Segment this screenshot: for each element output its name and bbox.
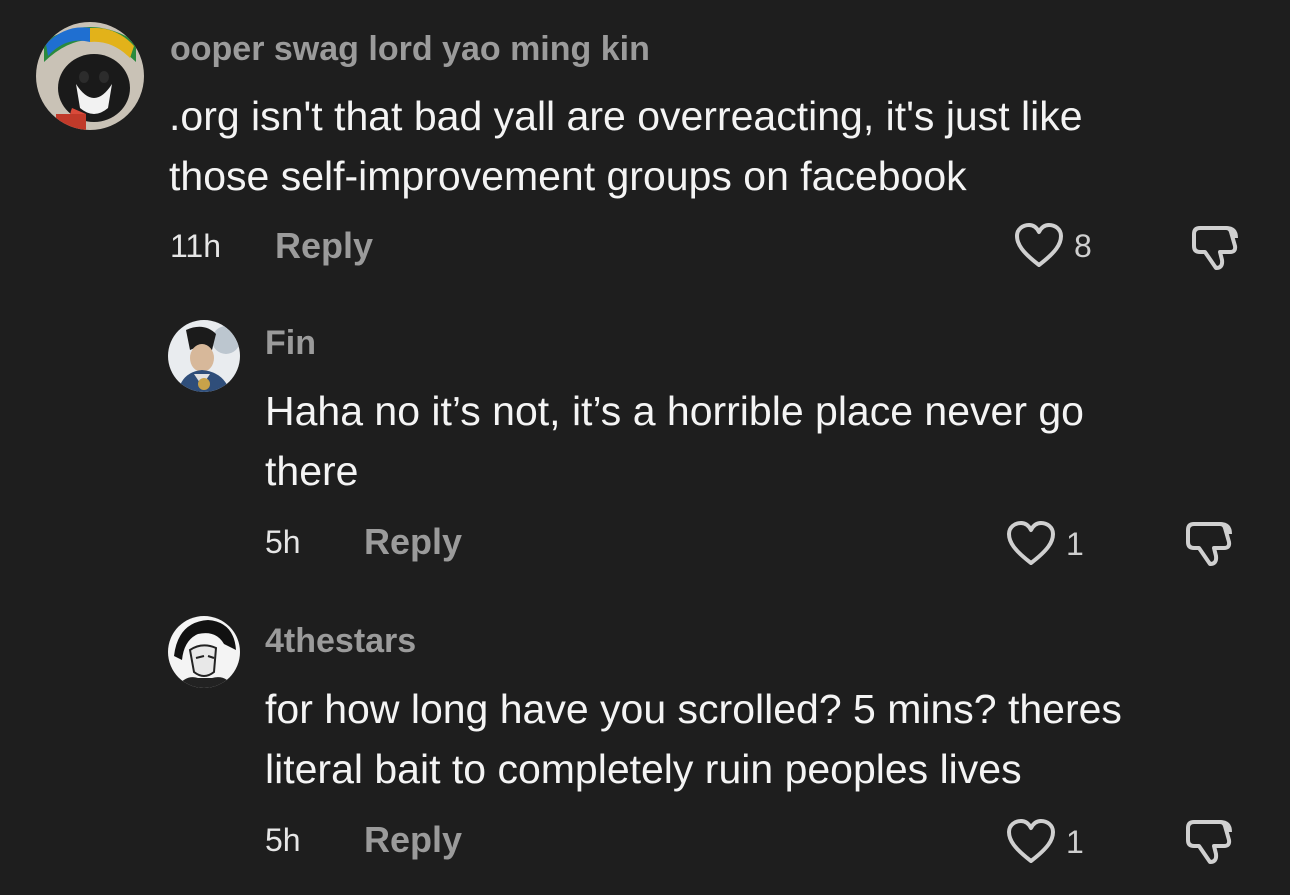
- thumbs-down-icon: [1186, 522, 1232, 566]
- timestamp: 5h: [265, 524, 301, 560]
- comment-text-line: for how long have you scrolled? 5 mins? …: [265, 686, 1122, 732]
- username[interactable]: 4thestars: [265, 622, 416, 661]
- thumbs-down-icon: [1192, 226, 1238, 270]
- comment: ooper swag lord yao ming kin .org isn't …: [0, 0, 1290, 290]
- reply-button[interactable]: Reply: [275, 225, 373, 267]
- dislike-button[interactable]: [1190, 222, 1242, 277]
- comment-text-line: Haha no it’s not, it’s a horrible place …: [265, 388, 1084, 434]
- heart-icon: [1007, 819, 1055, 863]
- like-count: 1: [1066, 823, 1084, 860]
- comment-reply: 4thestars for how long have you scrolled…: [0, 590, 1290, 895]
- heart-icon: [1015, 223, 1063, 267]
- like-count: 1: [1066, 525, 1084, 562]
- like-count: 8: [1074, 227, 1092, 264]
- dislike-button[interactable]: [1184, 518, 1236, 573]
- like-button[interactable]: 1: [1006, 520, 1084, 568]
- cat-avatar-icon: [36, 22, 144, 130]
- comment-reply: Fin Haha no it’s not, it’s a horrible pl…: [0, 290, 1290, 590]
- avatar[interactable]: [168, 616, 240, 688]
- timestamp: 5h: [265, 822, 301, 858]
- comment-text-line: literal bait to completely ruin peoples …: [265, 746, 1022, 792]
- reply-button[interactable]: Reply: [364, 521, 462, 563]
- comment-text-line: those self-improvement groups on faceboo…: [169, 153, 967, 199]
- comment-text-line: .org isn't that bad yall are overreactin…: [169, 93, 1083, 139]
- anime-character-avatar-icon: [168, 320, 240, 392]
- username[interactable]: ooper swag lord yao ming kin: [170, 30, 650, 69]
- comment-text: for how long have you scrolled? 5 mins? …: [265, 679, 1122, 799]
- avatar[interactable]: [168, 320, 240, 392]
- comment-text: Haha no it’s not, it’s a horrible place …: [265, 381, 1084, 501]
- manga-character-avatar-icon: [168, 616, 240, 688]
- comment-text-line: there: [265, 448, 359, 494]
- heart-icon: [1007, 521, 1055, 565]
- avatar[interactable]: [36, 22, 144, 130]
- like-button[interactable]: 8: [1014, 222, 1092, 270]
- dislike-button[interactable]: [1184, 816, 1236, 871]
- timestamp: 11h: [170, 228, 222, 264]
- username[interactable]: Fin: [265, 324, 316, 363]
- comment-text: .org isn't that bad yall are overreactin…: [169, 86, 1083, 206]
- thumbs-down-icon: [1186, 820, 1232, 864]
- comment-thread: ooper swag lord yao ming kin .org isn't …: [0, 0, 1290, 895]
- like-button[interactable]: 1: [1006, 818, 1084, 866]
- reply-button[interactable]: Reply: [364, 819, 462, 861]
